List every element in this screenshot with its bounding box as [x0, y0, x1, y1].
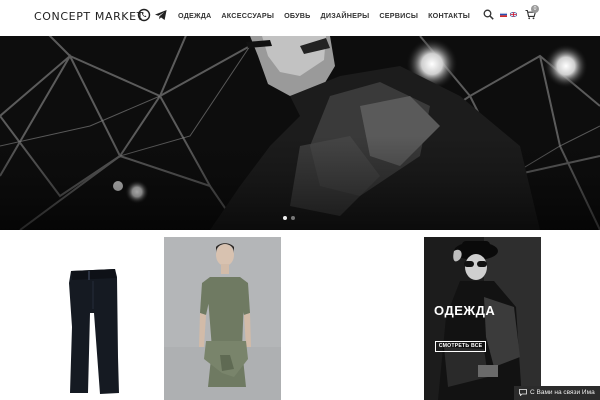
site-logo[interactable]: CONCEPT MARKET [34, 10, 144, 23]
slider-dot[interactable] [291, 216, 295, 220]
search-icon[interactable] [483, 9, 494, 20]
hero-banner[interactable] [0, 36, 600, 230]
view-all-button[interactable]: СМОТРЕТЬ ВСЕ [435, 341, 486, 352]
slider-dots [283, 216, 295, 220]
promo-tile-clothing[interactable] [424, 237, 541, 400]
nav-item-shoes[interactable]: ОБУВЬ [284, 11, 310, 20]
hero-image [0, 36, 600, 230]
trousers-image [69, 269, 119, 394]
slider-dot[interactable] [283, 216, 287, 220]
en-flag-icon[interactable] [510, 12, 517, 17]
ru-flag-icon[interactable] [500, 12, 507, 17]
nav-item-services[interactable]: СЕРВИСЫ [379, 11, 418, 20]
chat-widget[interactable]: С Вами на связи Има [514, 386, 600, 400]
chat-label: С Вами на связи Има [530, 389, 595, 396]
nav-item-designers[interactable]: ДИЗАЙНЕРЫ [321, 11, 370, 20]
chat-bubble-icon [519, 388, 527, 396]
cart-count-badge: 0 [531, 5, 539, 13]
product-tile-dress[interactable] [164, 237, 281, 400]
telegram-icon[interactable] [154, 8, 168, 22]
nav-item-contacts[interactable]: КОНТАКТЫ [428, 11, 470, 20]
site-header: CONCEPT MARKET ОДЕЖДА АКСЕССУАРЫ ОБУВЬ Д… [0, 0, 600, 34]
main-nav: ОДЕЖДА АКСЕССУАРЫ ОБУВЬ ДИЗАЙНЕРЫ СЕРВИС… [178, 11, 470, 20]
nav-item-accessories[interactable]: АКСЕССУАРЫ [221, 11, 274, 20]
product-tile-trousers[interactable] [0, 237, 162, 400]
dress-model-image [164, 237, 281, 400]
promo-title: ОДЕЖДА [434, 303, 496, 318]
nav-item-clothing[interactable]: ОДЕЖДА [178, 11, 211, 20]
promo-model-image [424, 237, 541, 400]
whatsapp-icon[interactable] [137, 8, 151, 22]
